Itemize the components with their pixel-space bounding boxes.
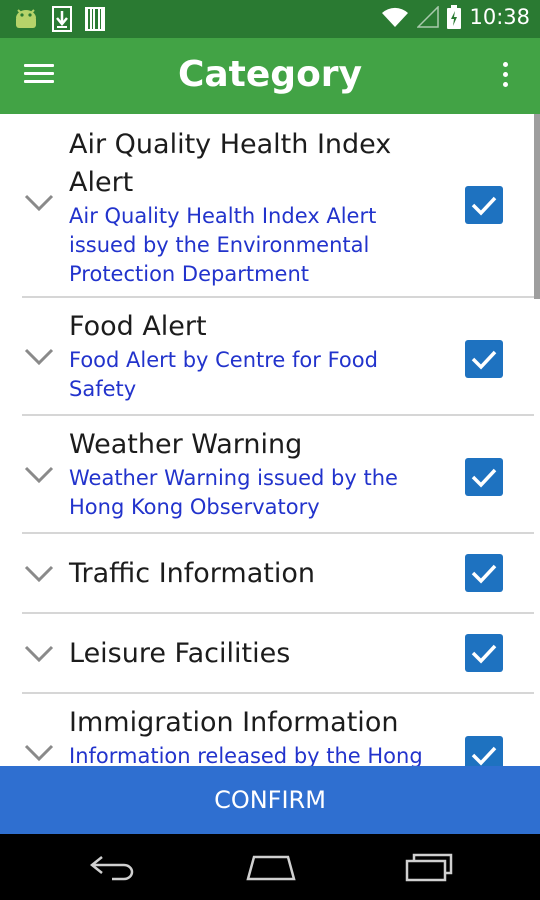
category-title: Air Quality Health Index Alert	[69, 129, 392, 198]
checkmark-icon	[471, 746, 497, 766]
overflow-menu-icon[interactable]	[500, 62, 510, 92]
notification-icons	[12, 6, 106, 32]
category-checkbox[interactable]	[465, 340, 503, 378]
category-item-leisure[interactable]: Leisure Facilities	[22, 614, 534, 694]
category-subtitle: Information released by the Hong	[69, 744, 423, 766]
checkmark-icon	[471, 644, 497, 664]
chevron-down-icon[interactable]	[24, 744, 54, 762]
category-item-weather-warning[interactable]: Weather Warning Weather Warning issued b…	[22, 416, 534, 534]
home-icon[interactable]	[244, 854, 298, 882]
app-bar: Category	[0, 38, 540, 114]
checkmark-icon	[471, 196, 497, 216]
category-item-air-quality[interactable]: Air Quality Health Index Alert Air Quali…	[22, 114, 534, 298]
confirm-button[interactable]: CONFIRM	[0, 766, 540, 834]
category-item-immigration[interactable]: Immigration Information Information rele…	[22, 694, 534, 766]
barcode-icon	[85, 7, 105, 31]
chevron-down-icon[interactable]	[24, 194, 54, 212]
category-checkbox[interactable]	[465, 736, 503, 766]
checkmark-icon	[471, 564, 497, 584]
checkmark-icon	[471, 350, 497, 370]
category-item-food-alert[interactable]: Food Alert Food Alert by Centre for Food…	[22, 298, 534, 416]
navigation-bar	[0, 834, 540, 900]
scrollbar[interactable]	[534, 114, 540, 766]
category-subtitle: Food Alert by Centre for Food Safety	[69, 348, 378, 401]
category-subtitle: Weather Warning issued by the Hong Kong …	[69, 466, 398, 519]
chevron-down-icon[interactable]	[24, 466, 54, 484]
category-checkbox[interactable]	[465, 186, 503, 224]
battery-charging-icon	[447, 5, 462, 29]
category-title: Food Alert	[69, 311, 207, 342]
chevron-down-icon[interactable]	[24, 645, 54, 663]
download-icon	[52, 6, 72, 32]
android-icon	[16, 9, 36, 28]
category-checkbox[interactable]	[465, 634, 503, 672]
category-subtitle: Air Quality Health Index Alert issued by…	[69, 204, 377, 286]
clock: 10:38	[469, 5, 530, 29]
category-item-traffic[interactable]: Traffic Information	[22, 534, 534, 614]
category-title: Traffic Information	[69, 558, 315, 589]
category-checkbox[interactable]	[465, 554, 503, 592]
page-title: Category	[177, 54, 363, 95]
signal-icon	[417, 6, 440, 28]
chevron-down-icon[interactable]	[24, 565, 54, 583]
category-title: Leisure Facilities	[69, 638, 291, 669]
checkmark-icon	[471, 468, 497, 488]
status-bar: 10:38	[0, 0, 540, 38]
category-title: Immigration Information	[69, 707, 399, 738]
back-icon[interactable]	[88, 854, 138, 882]
scrollbar-thumb[interactable]	[534, 114, 540, 299]
chevron-down-icon[interactable]	[24, 348, 54, 366]
system-icons: 10:38	[381, 5, 530, 29]
category-list[interactable]: Air Quality Health Index Alert Air Quali…	[0, 114, 540, 766]
wifi-icon	[382, 7, 409, 28]
recents-icon[interactable]	[404, 852, 454, 882]
category-title: Weather Warning	[69, 429, 303, 460]
category-checkbox[interactable]	[465, 458, 503, 496]
